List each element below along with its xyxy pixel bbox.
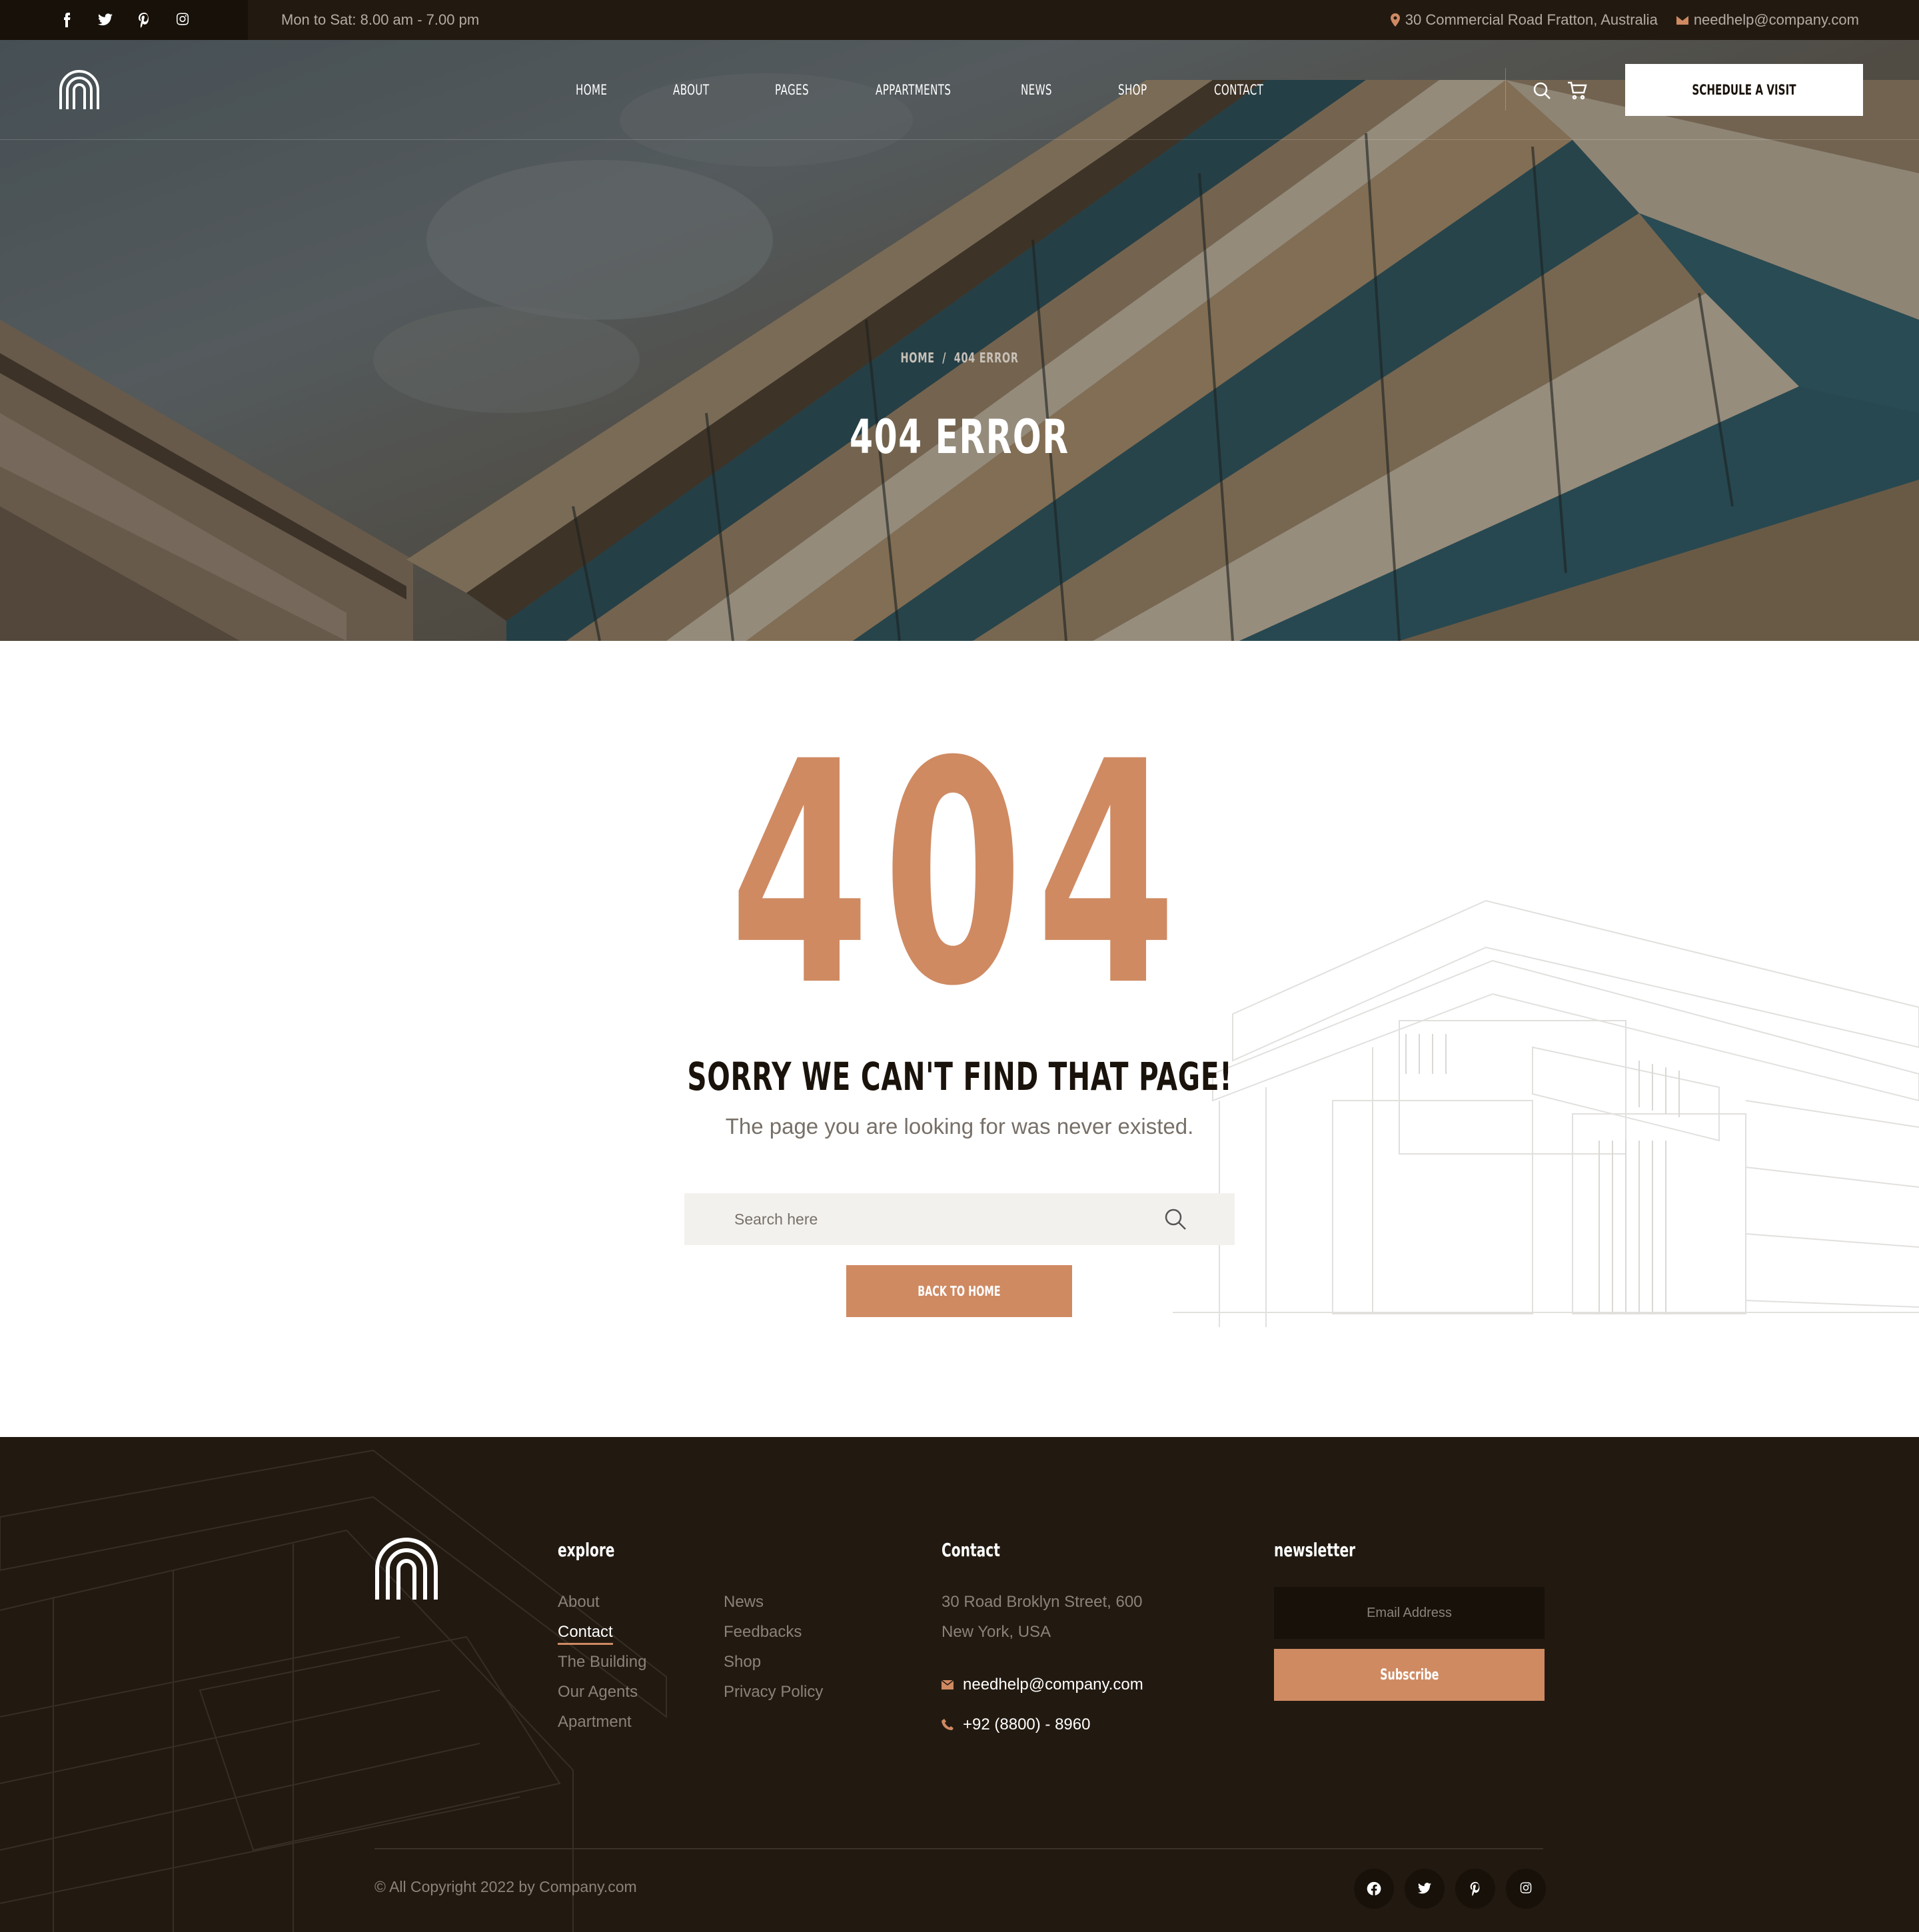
envelope-icon: [942, 1680, 954, 1690]
footer-logo-icon[interactable]: [374, 1537, 438, 1601]
error-code: 404: [730, 751, 1189, 991]
footer-link-label: Our Agents: [558, 1683, 638, 1701]
top-bar: Mon to Sat: 8.00 am - 7.00 pm 30 Commerc…: [0, 0, 1919, 40]
pinterest-icon[interactable]: [136, 12, 152, 28]
instagram-icon[interactable]: [175, 12, 191, 28]
footer-contact-heading: Contact: [942, 1539, 1000, 1561]
copyright-text: © All Copyright 2022 by Company.com: [374, 1878, 637, 1895]
cart-icon[interactable]: [1567, 81, 1587, 100]
newsletter-email-input[interactable]: [1274, 1587, 1545, 1639]
footer-link-apartment[interactable]: Apartment: [558, 1707, 646, 1737]
back-to-home-button[interactable]: BACK TO HOME: [846, 1265, 1072, 1317]
footer-address-line2: New York, USA: [942, 1623, 1051, 1641]
footer-email-text: needhelp@company.com: [963, 1676, 1143, 1693]
footer-explore-col1: About Contact The Building Our Agents Ap…: [558, 1587, 646, 1737]
footer-instagram-button[interactable]: [1506, 1869, 1546, 1909]
page-title: 404 ERROR: [0, 410, 1919, 464]
instagram-icon: [1520, 1882, 1532, 1893]
schedule-visit-button[interactable]: Schedule a Visit: [1625, 64, 1863, 116]
footer-link-news[interactable]: News: [724, 1587, 823, 1617]
footer-link-label: Privacy Policy: [724, 1683, 824, 1701]
footer-link-the-building[interactable]: The Building: [558, 1647, 646, 1677]
footer-link-about[interactable]: About: [558, 1587, 646, 1617]
nav-item-contact[interactable]: Contact: [1214, 82, 1263, 98]
topbar-address: 30 Commercial Road Fratton, Australia: [1390, 11, 1658, 29]
topbar-social-links: [0, 0, 248, 40]
newsletter-email-box: [1274, 1587, 1545, 1639]
footer-link-feedbacks[interactable]: Feedbacks: [724, 1617, 823, 1647]
nav-item-about[interactable]: About: [673, 82, 746, 98]
footer-phone-text: +92 (8800) - 8960: [963, 1715, 1091, 1733]
footer-social-links: [1354, 1869, 1546, 1909]
topbar-email[interactable]: needhelp@company.com: [1676, 11, 1859, 29]
error-section: 404 SORRY WE CAN'T FIND THAT PAGE! The p…: [0, 641, 1919, 1437]
logo-icon[interactable]: [59, 69, 100, 111]
footer-link-label: The Building: [558, 1653, 647, 1671]
facebook-icon: [1367, 1881, 1381, 1895]
footer-link-shop[interactable]: Shop: [724, 1647, 823, 1677]
nav-item-news[interactable]: News: [1021, 82, 1091, 98]
footer-explore-col2: News Feedbacks Shop Privacy Policy: [724, 1587, 823, 1707]
twitter-icon[interactable]: [97, 12, 113, 28]
footer-link-label: Contact: [558, 1623, 613, 1645]
footer-link-label: Feedbacks: [724, 1623, 802, 1641]
error-code-display: 404: [0, 751, 1919, 1004]
footer-phone[interactable]: +92 (8800) - 8960: [942, 1715, 1090, 1734]
footer-facebook-button[interactable]: [1354, 1869, 1394, 1909]
topbar-address-text: 30 Commercial Road Fratton, Australia: [1405, 11, 1658, 28]
footer-link-label: Shop: [724, 1653, 762, 1671]
schedule-visit-label: Schedule a Visit: [1692, 82, 1796, 98]
footer-twitter-button[interactable]: [1405, 1869, 1445, 1909]
footer-link-our-agents[interactable]: Our Agents: [558, 1677, 646, 1707]
phone-icon: [942, 1719, 954, 1730]
nav-item-appartments[interactable]: Appartments: [876, 82, 980, 98]
page-header: Home About Pages Appartments News Shop C…: [0, 40, 1919, 641]
footer-link-contact[interactable]: Contact: [558, 1617, 646, 1647]
breadcrumb-home[interactable]: HOME: [900, 350, 934, 366]
search-icon[interactable]: [1164, 1208, 1187, 1230]
twitter-icon: [1417, 1883, 1432, 1894]
topbar-email-text: needhelp@company.com: [1693, 11, 1859, 28]
back-to-home-label: BACK TO HOME: [918, 1283, 1001, 1299]
nav-item-home[interactable]: Home: [576, 82, 646, 98]
facebook-icon[interactable]: [59, 12, 75, 28]
map-pin-icon: [1390, 13, 1400, 27]
search-icon[interactable]: [1533, 81, 1551, 100]
breadcrumb: HOME / 404 ERROR: [0, 350, 1919, 366]
footer-newsletter-heading: newsletter: [1274, 1539, 1356, 1561]
nav-divider: [1505, 68, 1506, 111]
breadcrumb-separator: /: [942, 350, 947, 366]
nav-icons: [1533, 81, 1587, 100]
nav-item-pages[interactable]: Pages: [775, 82, 848, 98]
footer-link-label: About: [558, 1593, 600, 1611]
pinterest-icon: [1470, 1881, 1480, 1896]
site-footer: explore About Contact The Building Our A…: [0, 1437, 1919, 1932]
subscribe-label: Subscribe: [1379, 1666, 1439, 1684]
subscribe-button[interactable]: Subscribe: [1274, 1649, 1545, 1701]
topbar-contact: 30 Commercial Road Fratton, Australia ne…: [1390, 0, 1859, 40]
search-input[interactable]: [684, 1193, 1235, 1245]
error-heading: SORRY WE CAN'T FIND THAT PAGE!: [0, 1054, 1919, 1099]
main-navigation: Home About Pages Appartments News Shop C…: [576, 40, 1283, 140]
envelope-icon: [1676, 15, 1688, 25]
footer-explore-heading: explore: [558, 1539, 615, 1561]
footer-email[interactable]: needhelp@company.com: [942, 1676, 1143, 1694]
error-heading-text: SORRY WE CAN'T FIND THAT PAGE!: [686, 1054, 1233, 1099]
breadcrumb-current: 404 ERROR: [954, 350, 1019, 366]
footer-link-label: News: [724, 1593, 764, 1611]
nav-item-shop[interactable]: Shop: [1118, 82, 1187, 98]
footer-address-line1: 30 Road Broklyn Street, 600: [942, 1593, 1143, 1611]
search-box: [684, 1193, 1235, 1245]
footer-address: 30 Road Broklyn Street, 600 New York, US…: [942, 1587, 1143, 1647]
page-title-text: 404 ERROR: [850, 410, 1069, 464]
footer-link-privacy-policy[interactable]: Privacy Policy: [724, 1677, 823, 1707]
footer-pinterest-button[interactable]: [1455, 1869, 1495, 1909]
footer-link-label: Apartment: [558, 1713, 632, 1731]
error-message: The page you are looking for was never e…: [725, 1114, 1194, 1139]
business-hours: Mon to Sat: 8.00 am - 7.00 pm: [281, 11, 480, 28]
footer-divider: [374, 1848, 1543, 1849]
